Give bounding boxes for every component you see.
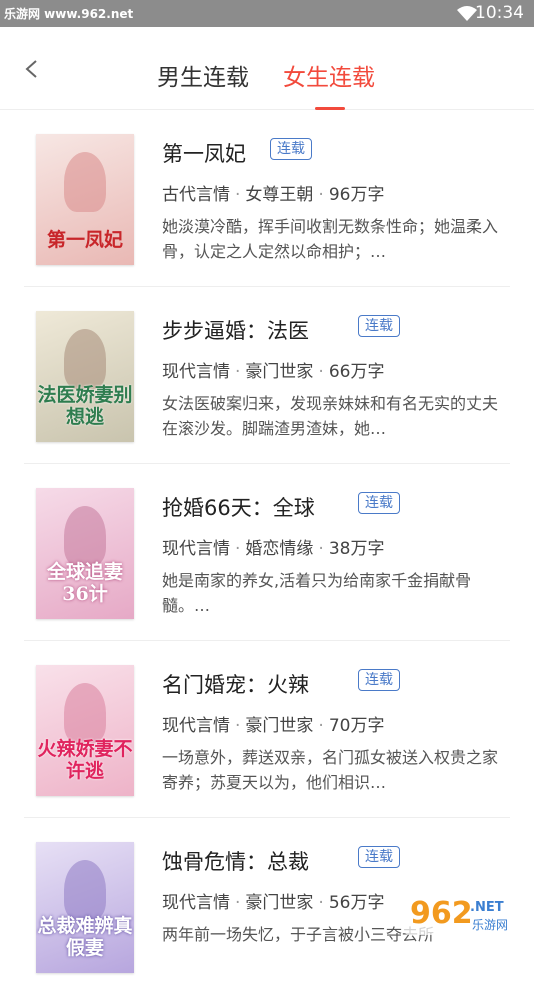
cover-title: 全球追妻36计 bbox=[46, 561, 123, 605]
book-word-count: 56万字 bbox=[328, 893, 385, 913]
status-badge: 连载 bbox=[358, 315, 400, 337]
cover-figure bbox=[64, 683, 106, 743]
status-bar: 乐游网 www.962.net 10:34 bbox=[0, 0, 534, 27]
book-cover: 火辣娇妻不许逃 bbox=[36, 665, 134, 796]
watermark-main: 962 bbox=[410, 896, 473, 931]
book-item[interactable]: 全球追妻36计 抢婚66天：全球 连载 现代言情 · 婚恋情缘 · 38万字 她是南家的… bbox=[0, 464, 534, 641]
book-item[interactable]: 法医娇妻别想逃 步步逼婚：法医 连载 现代言情 · 豪门世家 · 66万字 女法医破案归… bbox=[0, 287, 534, 464]
cover-figure bbox=[64, 152, 106, 212]
tab-female-serial[interactable]: 女生连载 bbox=[283, 58, 375, 92]
book-item[interactable]: 火辣娇妻不许逃 名门婚宠：火辣 连载 现代言情 · 豪门世家 · 70万字 一场意外，葬… bbox=[0, 641, 534, 818]
book-genre: 现代言情 bbox=[162, 893, 230, 913]
book-cover: 第一凤妃 bbox=[36, 134, 134, 265]
book-genre: 现代言情 bbox=[162, 539, 230, 559]
book-word-count: 96万字 bbox=[328, 185, 385, 205]
book-meta: 现代言情 · 豪门世家 · 66万字 bbox=[162, 362, 385, 382]
book-word-count: 38万字 bbox=[328, 539, 385, 559]
book-subgenre: 豪门世家 bbox=[245, 716, 314, 736]
book-description: 她是南家的养女,活着只为给南家千金捐献骨髓。… bbox=[162, 571, 472, 615]
book-title: 第一凤妃 bbox=[162, 142, 246, 166]
status-badge: 连载 bbox=[358, 846, 400, 868]
wifi-icon bbox=[457, 6, 477, 21]
book-list: 第一凤妃 第一凤妃 连载 古代言情 · 女尊王朝 · 96万字 她淡漠冷酷，挥手间收割无… bbox=[0, 110, 534, 995]
book-subgenre: 豪门世家 bbox=[245, 362, 314, 382]
status-badge: 连载 bbox=[270, 138, 312, 160]
book-meta: 古代言情 · 女尊王朝 · 96万字 bbox=[162, 185, 385, 205]
book-meta: 现代言情 · 婚恋情缘 · 38万字 bbox=[162, 539, 385, 559]
cover-title: 法医娇妻别想逃 bbox=[37, 384, 133, 428]
cover-title: 火辣娇妻不许逃 bbox=[37, 738, 133, 782]
status-badge: 连载 bbox=[358, 669, 400, 691]
status-time: 10:34 bbox=[475, 3, 524, 23]
book-cover: 全球追妻36计 bbox=[36, 488, 134, 619]
book-word-count: 66万字 bbox=[328, 362, 385, 382]
book-genre: 现代言情 bbox=[162, 362, 230, 382]
cover-title: 第一凤妃 bbox=[46, 229, 123, 251]
cover-figure bbox=[64, 329, 106, 389]
book-title: 名门婚宠：火辣 bbox=[162, 673, 309, 697]
book-genre: 现代言情 bbox=[162, 716, 230, 736]
book-description: 女法医破案归来，发现亲妹妹和有名无实的丈夫在滚沙发。脚踹渣男渣妹，她… bbox=[162, 394, 499, 438]
book-description: 她淡漠冷酷，挥手间收割无数条性命；她温柔入骨，认定之人定然以命相护；… bbox=[162, 217, 499, 261]
watermark-suffix: .NET bbox=[470, 900, 504, 915]
book-meta: 现代言情 · 豪门世家 · 56万字 bbox=[162, 893, 385, 913]
book-title: 蚀骨危情：总裁 bbox=[162, 850, 309, 874]
book-title: 步步逼婚：法医 bbox=[162, 319, 309, 343]
cover-figure bbox=[64, 860, 106, 920]
book-item[interactable]: 第一凤妃 第一凤妃 连载 古代言情 · 女尊王朝 · 96万字 她淡漠冷酷，挥手间收割无… bbox=[0, 110, 534, 287]
book-subgenre: 女尊王朝 bbox=[245, 185, 314, 205]
book-word-count: 70万字 bbox=[328, 716, 385, 736]
cover-figure bbox=[64, 506, 106, 566]
book-description: 一场意外，葬送双亲，名门孤女被送入权贵之家寄养；苏夏天以为，他们相识… bbox=[162, 748, 499, 792]
site-watermark-logo: 962 .NET 乐游网 bbox=[402, 891, 526, 935]
status-site-label: 乐游网 www.962.net bbox=[4, 7, 134, 21]
header: 男生连载 女生连载 bbox=[0, 27, 534, 110]
book-title: 抢婚66天：全球 bbox=[162, 496, 315, 520]
back-icon[interactable] bbox=[22, 59, 42, 79]
book-meta: 现代言情 · 豪门世家 · 70万字 bbox=[162, 716, 385, 736]
book-subgenre: 豪门世家 bbox=[245, 893, 314, 913]
tab-male-serial[interactable]: 男生连载 bbox=[157, 58, 249, 92]
book-genre: 古代言情 bbox=[162, 185, 230, 205]
book-subgenre: 婚恋情缘 bbox=[245, 539, 314, 559]
book-cover: 法医娇妻别想逃 bbox=[36, 311, 134, 442]
book-cover: 总裁难辨真假妻 bbox=[36, 842, 134, 973]
status-badge: 连载 bbox=[358, 492, 400, 514]
watermark-sub: 乐游网 bbox=[472, 918, 508, 932]
cover-title: 总裁难辨真假妻 bbox=[37, 915, 133, 959]
